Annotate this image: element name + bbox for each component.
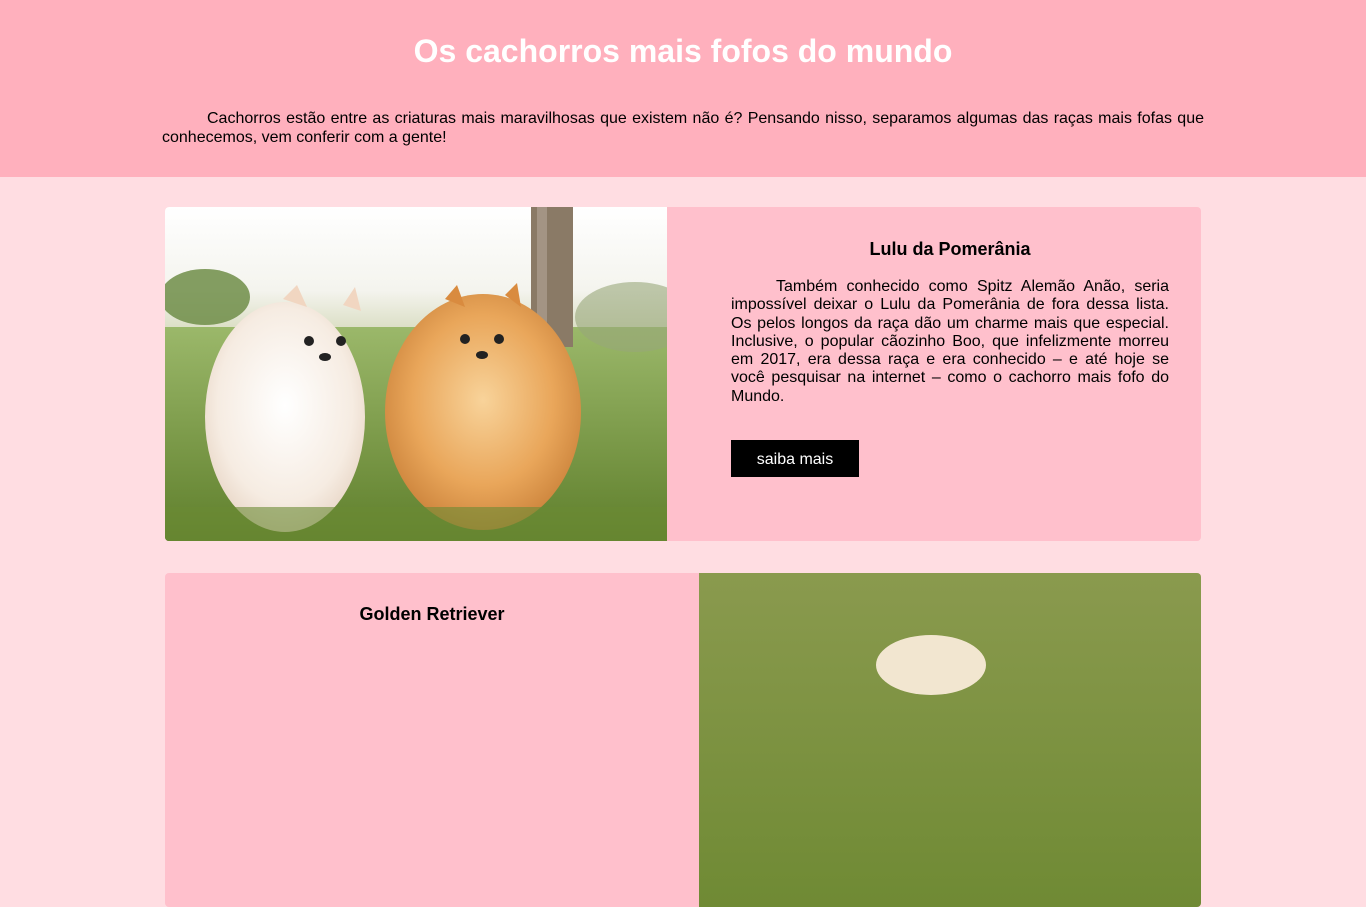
intro-text: Cachorros estão entre as criaturas mais … [162,110,1204,146]
page-header: Os cachorros mais fofos do mundo Cachorr… [0,0,1366,177]
card-title-lulu: Lulu da Pomerânia [869,239,1031,259]
two-pomeranian-dogs-photo [165,207,667,541]
golden-retriever-photo [699,573,1201,907]
breed-card-golden: Golden Retriever [165,573,1201,907]
card-text-lulu: Lulu da Pomerânia Também conhecido como … [667,207,1201,541]
card-title-golden: Golden Retriever [359,604,505,624]
saiba-mais-button[interactable]: saiba mais [731,440,859,478]
breed-card-lulu: Lulu da Pomerânia Também conhecido como … [165,207,1201,541]
page-title: Os cachorros mais fofos do mundo [413,33,953,69]
card-text-golden: Golden Retriever [165,573,699,907]
card-description-lulu: Também conhecido como Spitz Alemão Anão,… [731,278,1169,405]
